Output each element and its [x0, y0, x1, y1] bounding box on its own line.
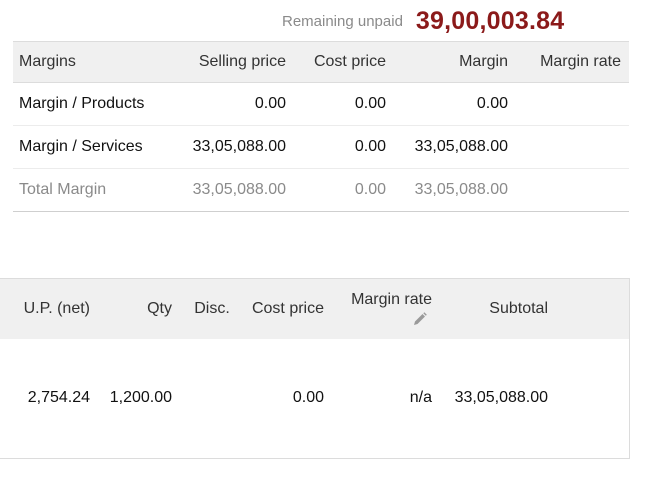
col-margin-rate-label: Margin rate: [351, 290, 432, 308]
remaining-unpaid-label: Remaining unpaid: [282, 12, 403, 30]
margin-name: Margin / Products: [13, 82, 168, 126]
margin-name: Total Margin: [13, 168, 168, 212]
margin-value: 33,05,088.00: [386, 125, 508, 169]
cost-price: 0.00: [286, 125, 386, 169]
margin-rate: [508, 168, 629, 212]
margins-table: Margins Selling price Cost price Margin …: [13, 41, 629, 212]
col-discount: Disc.: [182, 278, 242, 339]
col-qty: Qty: [100, 278, 182, 339]
lines-header-row: U.P. (net) Qty Disc. Cost price Margin r…: [0, 278, 629, 339]
total-margin-row: Total Margin 33,05,088.00 0.00 33,05,088…: [13, 168, 629, 212]
table-row: Margin / Products 0.00 0.00 0.00: [13, 82, 629, 126]
unit-price-net: 2,754.24: [0, 338, 100, 459]
table-row: 2,754.24 1,200.00 0.00 n/a 33,05,088.00: [0, 338, 629, 459]
selling-price: 0.00: [168, 82, 286, 126]
margins-header-row: Margins Selling price Cost price Margin …: [13, 41, 629, 83]
col-unit-price-net: U.P. (net): [0, 278, 100, 339]
margin-value: 33,05,088.00: [386, 168, 508, 212]
selling-price: 33,05,088.00: [168, 125, 286, 169]
col-margin-rate: Margin rate: [508, 41, 629, 83]
quantity: 1,200.00: [100, 338, 182, 459]
margin-name: Margin / Services: [13, 125, 168, 169]
order-lines-table: U.P. (net) Qty Disc. Cost price Margin r…: [0, 278, 630, 459]
col-subtotal: Subtotal: [432, 278, 558, 339]
pencil-icon[interactable]: [412, 311, 428, 327]
col-margin: Margin: [386, 41, 508, 83]
discount: [182, 338, 242, 459]
col-margins: Margins: [13, 41, 168, 83]
row-spacer: [558, 338, 629, 459]
margin-rate: [508, 125, 629, 169]
margin-rate: n/a: [332, 338, 432, 459]
selling-price: 33,05,088.00: [168, 168, 286, 212]
table-row: Margin / Services 33,05,088.00 0.00 33,0…: [13, 125, 629, 169]
col-selling-price: Selling price: [168, 41, 286, 83]
col-margin-rate: Margin rate: [332, 278, 432, 339]
col-spacer: [558, 278, 629, 339]
remaining-unpaid-amount: 39,00,003.84: [415, 6, 565, 35]
margin-rate: [508, 82, 629, 126]
col-cost-price: Cost price: [286, 41, 386, 83]
col-cost-price: Cost price: [242, 278, 332, 339]
cost-price: 0.00: [286, 168, 386, 212]
cost-price: 0.00: [242, 338, 332, 459]
margin-value: 0.00: [386, 82, 508, 126]
remaining-unpaid: Remaining unpaid 39,00,003.84: [282, 6, 564, 36]
cost-price: 0.00: [286, 82, 386, 126]
subtotal: 33,05,088.00: [432, 338, 558, 459]
